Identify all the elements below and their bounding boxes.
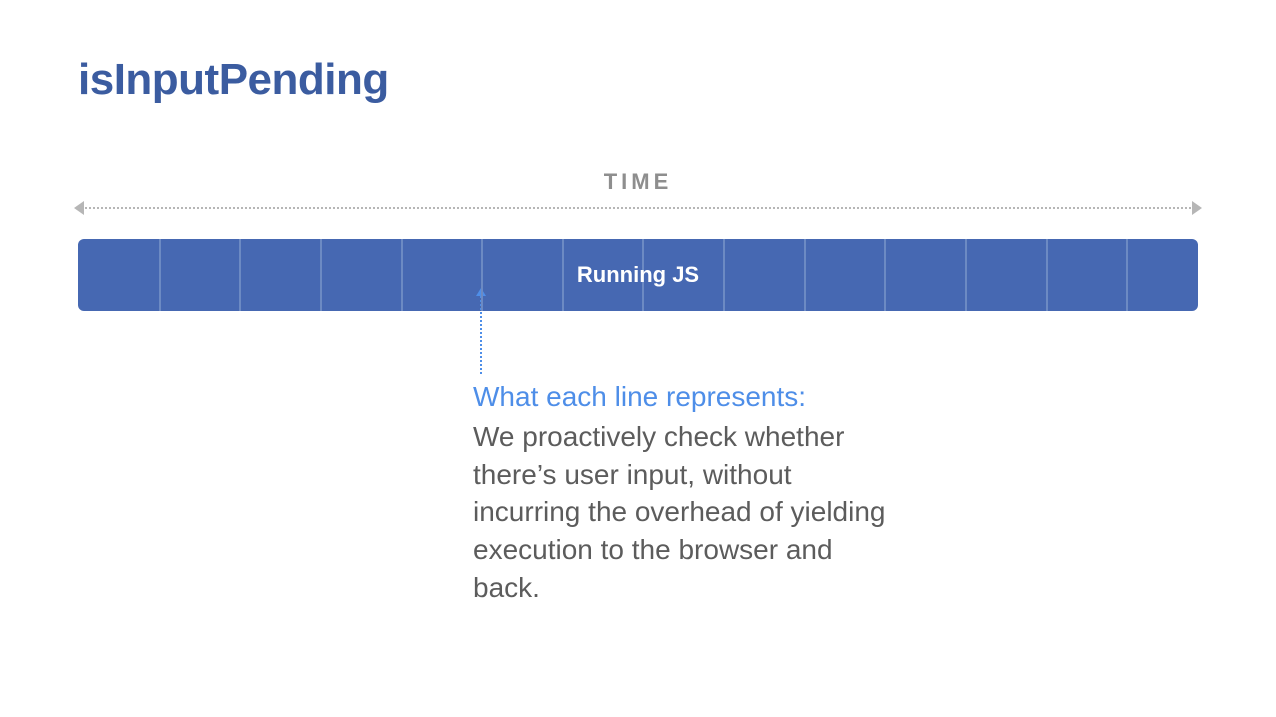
running-js-bar-container: Running JS <box>78 239 1198 311</box>
bar-tick <box>965 239 967 311</box>
running-js-bar: Running JS <box>78 239 1198 311</box>
annotation-body: We proactively check whether there’s use… <box>473 418 903 607</box>
time-axis-label: TIME <box>78 169 1198 195</box>
bar-tick <box>723 239 725 311</box>
bar-tick <box>804 239 806 311</box>
bar-tick <box>1046 239 1048 311</box>
running-js-label: Running JS <box>577 262 699 288</box>
annotation-block: What each line represents: We proactivel… <box>473 378 903 607</box>
time-axis <box>78 201 1198 215</box>
slide: isInputPending TIME Running JS What each… <box>0 0 1276 717</box>
page-title: isInputPending <box>78 55 1198 105</box>
annotation-heading: What each line represents: <box>473 378 903 416</box>
bar-tick <box>320 239 322 311</box>
arrow-right-icon <box>1192 201 1202 215</box>
axis-line <box>81 207 1195 209</box>
bar-tick <box>159 239 161 311</box>
bar-tick <box>884 239 886 311</box>
bar-tick <box>239 239 241 311</box>
bar-tick <box>562 239 564 311</box>
bar-tick <box>401 239 403 311</box>
bar-tick <box>1126 239 1128 311</box>
bar-tick <box>481 239 483 311</box>
